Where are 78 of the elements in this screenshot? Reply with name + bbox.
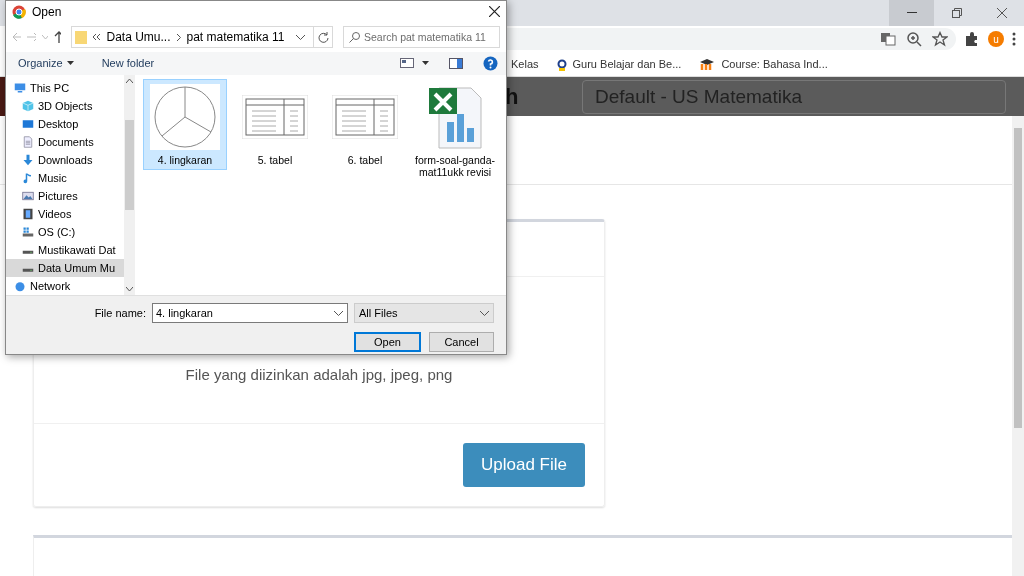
cancel-button[interactable]: Cancel <box>429 332 494 352</box>
table-thumbnail <box>332 95 398 139</box>
search-icon <box>349 31 360 43</box>
upload-hint: File yang diizinkan adalah jpg, jpeg, png <box>185 366 453 383</box>
file-item[interactable]: 5. tabel <box>233 79 317 170</box>
dialog-title: Open <box>32 4 63 19</box>
navigation-item[interactable]: Music <box>6 169 124 187</box>
document-icon <box>22 136 34 148</box>
header-text: h <box>505 83 520 110</box>
file-name-label: File name: <box>94 307 146 319</box>
videos-icon <box>22 208 34 220</box>
help-icon[interactable] <box>483 55 498 71</box>
navigation-item[interactable]: Data Umum Mu <box>6 259 124 277</box>
star-icon[interactable] <box>932 31 948 47</box>
upload-file-button[interactable]: Upload File <box>463 443 585 487</box>
navigation-item[interactable]: Downloads <box>6 151 124 169</box>
navigation-item[interactable]: 3D Objects <box>6 97 124 115</box>
spreadsheet-file-icon <box>427 84 483 150</box>
breadcrumb-item[interactable]: pat matematika 11 <box>186 30 285 44</box>
file-name-field[interactable]: 4. lingkaran <box>152 303 348 323</box>
app-logo-icon <box>12 4 26 19</box>
refresh-icon <box>317 31 329 43</box>
navigation-item[interactable]: Mustikawati Dat <box>6 241 124 259</box>
graduation-cap-icon <box>699 58 716 70</box>
scroll-down-icon[interactable] <box>126 287 133 291</box>
close-icon <box>996 8 1007 18</box>
bookmark-link[interactable]: Course: Bahasa Ind... <box>721 58 828 70</box>
navigation-item[interactable]: Videos <box>6 205 124 223</box>
pictures-icon <box>22 190 34 202</box>
puzzle-piece-icon[interactable] <box>964 31 980 47</box>
caret-icon <box>480 310 489 316</box>
open-button[interactable]: Open <box>354 332 421 352</box>
page-scrollbar[interactable] <box>1012 116 1024 576</box>
navigation-item[interactable]: Pictures <box>6 187 124 205</box>
up-arrow-icon[interactable] <box>53 31 62 43</box>
view-icon[interactable] <box>400 58 414 69</box>
pie-chart-thumbnail <box>150 84 220 150</box>
restore-icon <box>951 8 962 18</box>
minimize-icon <box>906 12 917 14</box>
navigation-item[interactable]: This PC <box>6 79 124 97</box>
navigation-item[interactable]: Documents <box>6 133 124 151</box>
address-breadcrumb[interactable]: Data Umu... pat matematika 11 <box>71 26 315 48</box>
download-icon <box>22 154 34 166</box>
dropdown-caret-icon[interactable] <box>422 61 429 66</box>
chevron-icon <box>176 33 181 41</box>
pc-icon <box>14 82 26 94</box>
file-item[interactable]: form-soal-ganda-mat11ukk revisi <box>413 79 497 182</box>
dropdown-caret-icon[interactable] <box>296 34 306 40</box>
music-icon <box>22 172 34 184</box>
navigation-item[interactable]: Network <box>6 277 124 295</box>
menu-icon[interactable] <box>1012 32 1016 46</box>
desktop-icon <box>22 118 34 130</box>
close-icon[interactable] <box>489 6 500 18</box>
table-thumbnail <box>242 95 308 139</box>
search-field[interactable]: Search pat matematika 11 <box>343 26 500 48</box>
osdrive-icon <box>22 226 34 238</box>
navigation-item[interactable]: OS (C:) <box>6 223 124 241</box>
dropdown-caret-icon[interactable] <box>334 311 343 316</box>
file-item[interactable]: 4. lingkaran <box>143 79 227 170</box>
caret-icon <box>66 61 74 66</box>
file-item[interactable]: 6. tabel <box>323 79 407 170</box>
organize-button[interactable]: Organize <box>14 55 78 72</box>
cube-icon <box>22 100 34 112</box>
file-type-dropdown[interactable]: All Files <box>354 303 494 323</box>
bookmark-link[interactable]: Guru Belajar dan Be... <box>572 58 682 70</box>
refresh-button[interactable] <box>314 26 333 48</box>
scrollbar[interactable] <box>124 75 135 295</box>
navigation-item[interactable]: Desktop <box>6 115 124 133</box>
folder-icon <box>75 30 88 44</box>
bookmark-link[interactable]: Kelas <box>511 58 539 70</box>
zoom-icon[interactable] <box>906 31 922 47</box>
breadcrumb-item[interactable]: Data Umu... <box>106 30 171 44</box>
preview-pane-icon[interactable] <box>449 57 463 69</box>
chevron-icon <box>93 34 101 40</box>
scroll-up-icon[interactable] <box>126 79 133 83</box>
ring-icon <box>556 57 567 71</box>
new-folder-button[interactable]: New folder <box>97 55 159 72</box>
translate-icon[interactable] <box>880 31 896 47</box>
